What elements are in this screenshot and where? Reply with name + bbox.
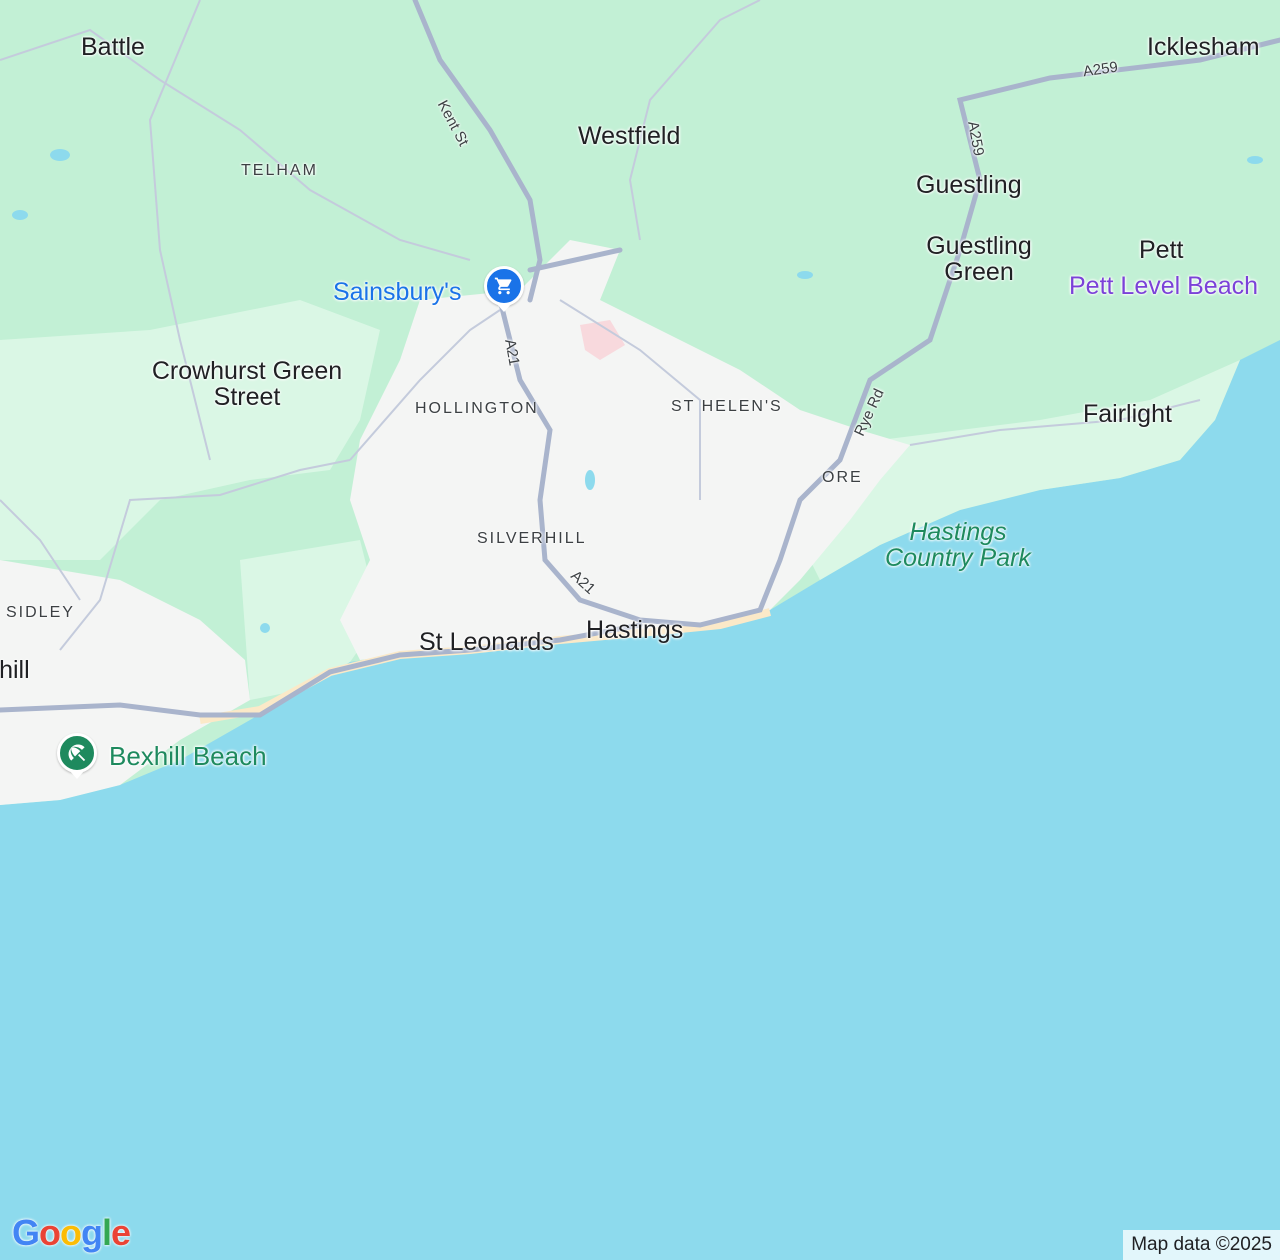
place-icklesham: Icklesham bbox=[1147, 33, 1260, 61]
place-sidley: SIDLEY bbox=[6, 604, 75, 621]
place-guestling: Guestling bbox=[916, 171, 1022, 199]
sainsburys-label[interactable]: Sainsbury's bbox=[333, 279, 461, 306]
road-label-a21: A21 bbox=[501, 337, 523, 368]
place-ore: ORE bbox=[822, 469, 863, 486]
place-silverhill: SILVERHILL bbox=[477, 530, 587, 547]
place-hastings: Hastings bbox=[586, 616, 684, 644]
hastings-country-park-label[interactable]: Hastings Country Park bbox=[878, 519, 1038, 572]
shopping-cart-icon bbox=[494, 277, 512, 295]
place-hollington: HOLLINGTON bbox=[415, 400, 539, 417]
pett-level-beach-label[interactable]: Pett Level Beach bbox=[1069, 273, 1258, 300]
place-guestling-green: Guestling Green bbox=[926, 232, 1032, 287]
place-westfield: Westfield bbox=[578, 122, 681, 150]
place-battle: Battle bbox=[81, 33, 145, 61]
place-pett: Pett bbox=[1139, 236, 1184, 264]
place-crowhurst-green-street: Crowhurst Green Street bbox=[151, 357, 343, 412]
sainsburys-pin[interactable] bbox=[484, 266, 524, 306]
map-attribution[interactable]: Map data ©2025 bbox=[1123, 1230, 1280, 1260]
bexhill-beach-label[interactable]: Bexhill Beach bbox=[109, 742, 267, 770]
beach-umbrella-icon bbox=[68, 744, 86, 762]
google-logo: Google bbox=[12, 1212, 131, 1253]
bexhill-beach-pin[interactable] bbox=[57, 733, 97, 773]
place-telham: TELHAM bbox=[241, 162, 318, 179]
place-fairlight: Fairlight bbox=[1083, 400, 1172, 428]
place-st-helens: ST HELEN'S bbox=[671, 398, 783, 415]
place-st-leonards: St Leonards bbox=[419, 628, 554, 656]
place-bexhill: Bexhill bbox=[0, 656, 30, 684]
